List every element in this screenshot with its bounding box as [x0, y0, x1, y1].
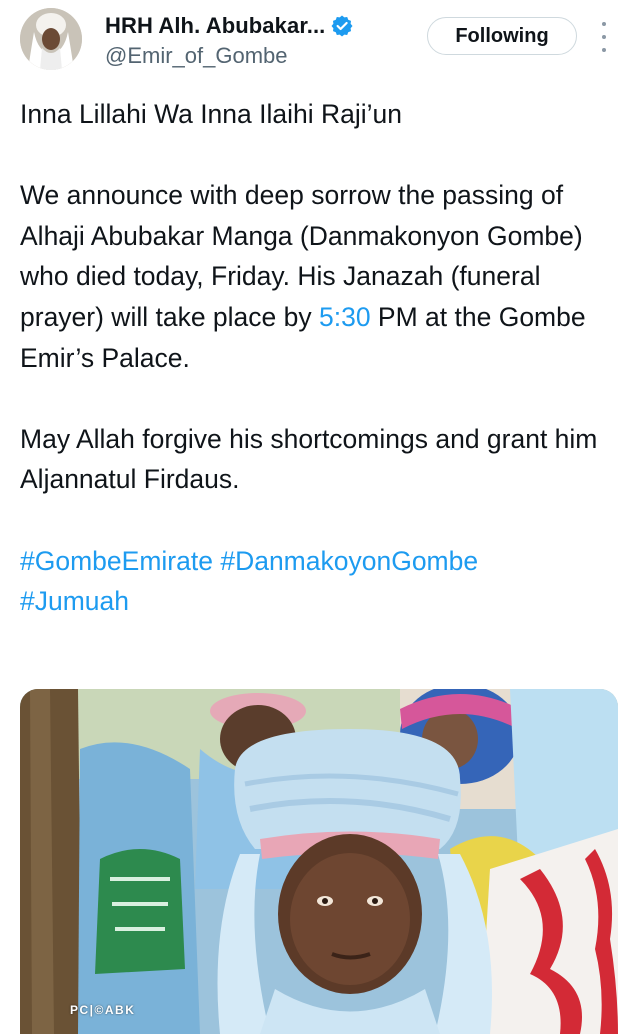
- tweet-body: Inna Lillahi Wa Inna Ilaihi Raji’un We a…: [20, 94, 620, 622]
- hashtag-gombe-emirate[interactable]: #GombeEmirate: [20, 546, 213, 576]
- time-link[interactable]: 5:30: [319, 302, 371, 332]
- author-name-row: HRH Alh. Abubakar...: [105, 12, 353, 40]
- avatar[interactable]: [20, 8, 82, 70]
- tweet-line-salutation: Inna Lillahi Wa Inna Ilaihi Raji’un: [20, 99, 403, 129]
- author-display-name[interactable]: HRH Alh. Abubakar...: [105, 13, 325, 39]
- verified-badge-icon: [331, 15, 353, 37]
- profile-photo-icon: [20, 8, 82, 70]
- more-dot: [602, 48, 606, 52]
- tweet-hashtags: #GombeEmirate #DanmakoyonGombe #Jumuah: [20, 541, 620, 622]
- hashtag-danmakoyon-gombe[interactable]: #DanmakoyonGombe: [220, 546, 478, 576]
- more-dot: [602, 22, 606, 26]
- tweet-header: HRH Alh. Abubakar... @Emir_of_Gombe Foll…: [0, 0, 637, 86]
- tweet-paragraph-prayer: May Allah forgive his shortcomings and g…: [20, 423, 598, 495]
- more-dot: [602, 35, 606, 39]
- author-handle[interactable]: @Emir_of_Gombe: [105, 43, 288, 69]
- photo-illustration: [20, 689, 618, 1034]
- hashtag-jumuah[interactable]: #Jumuah: [20, 586, 129, 616]
- photo-watermark: PC|©ABK: [70, 1003, 136, 1017]
- tweet-photo[interactable]: [20, 689, 618, 1034]
- tweet-paragraph-announcement: We announce with deep sorrow the passing…: [20, 175, 620, 378]
- following-button[interactable]: Following: [427, 17, 577, 55]
- more-options-icon[interactable]: [596, 22, 612, 52]
